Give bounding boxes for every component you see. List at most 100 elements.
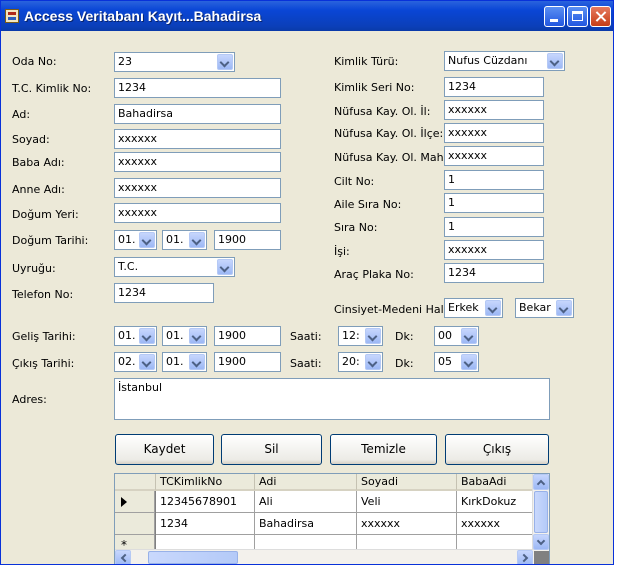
cilt-no-field[interactable]: 1 (444, 170, 544, 190)
gelis-dk-combo[interactable]: 00 (434, 326, 479, 346)
chevron-down-icon[interactable] (217, 54, 233, 70)
medeni-hal-combo[interactable]: Bekar (515, 298, 574, 318)
cilt-no-label: Cilt No: (334, 175, 375, 188)
column-header-soyadi[interactable]: Soyadi (357, 474, 457, 491)
grid-cell[interactable]: 1234 (156, 513, 255, 535)
anne-adi-field[interactable]: xxxxxx (114, 178, 281, 198)
horizontal-scrollbar[interactable] (115, 549, 534, 564)
ad-label: Ad: (12, 108, 31, 121)
chevron-down-icon[interactable] (139, 328, 155, 344)
isi-label: İşi: (334, 245, 350, 258)
cikis-gun-combo[interactable]: 02. (114, 352, 157, 372)
nufusa-kay-ilce-label: Nüfusa Kay. Ol. İlçe: (334, 127, 444, 140)
vertical-scrollbar[interactable] (532, 474, 549, 551)
tc-kimlik-no-field[interactable]: 1234 (114, 78, 281, 98)
uyrugu-combo[interactable]: T.C. (114, 257, 235, 277)
chevron-down-icon[interactable] (139, 232, 155, 248)
cikis-saat-combo[interactable]: 20: (338, 352, 383, 372)
column-header-tckimlikno[interactable]: TCKimlikNo (156, 474, 255, 491)
row-header[interactable] (115, 491, 155, 513)
cikis-yil-field[interactable]: 1900 (214, 352, 281, 372)
cikis-dk-combo[interactable]: 05 (434, 352, 479, 372)
records-grid[interactable]: TCKimlikNo Adi Soyadi BabaAdi 1234567890… (114, 473, 550, 564)
gelis-ay-value: 01. (166, 329, 184, 342)
aile-sira-no-label: Aile Sıra No: (334, 198, 402, 211)
grid-cell[interactable]: Ali (255, 491, 357, 513)
scroll-left-icon[interactable] (115, 550, 131, 564)
close-button[interactable] (590, 6, 611, 27)
grid-cell[interactable]: xxxxxx (357, 513, 457, 535)
cikis-saat-value: 20: (342, 355, 360, 368)
temizle-button[interactable]: Temizle (330, 434, 437, 465)
dogum-gun-combo[interactable]: 01. (114, 230, 157, 250)
chevron-down-icon[interactable] (365, 328, 381, 344)
grid-cell[interactable]: 12345678901 (156, 491, 255, 513)
aile-sira-no-field[interactable]: 1 (444, 193, 544, 213)
dogum-yeri-field[interactable]: xxxxxx (114, 203, 281, 223)
baba-adi-field[interactable]: xxxxxx (114, 152, 281, 172)
chevron-down-icon[interactable] (556, 300, 572, 316)
gelis-ay-combo[interactable]: 01. (162, 326, 207, 346)
chevron-down-icon[interactable] (461, 328, 477, 344)
uyrugu-label: Uyruğu: (12, 262, 56, 275)
chevron-down-icon[interactable] (189, 328, 205, 344)
dogum-ay-value: 01. (166, 233, 184, 246)
oda-no-combo[interactable]: 23 (114, 52, 235, 72)
isi-field[interactable]: xxxxxx (444, 240, 544, 260)
nufusa-kay-il-field[interactable]: xxxxxx (444, 100, 544, 120)
chevron-down-icon[interactable] (547, 53, 563, 69)
cinsiyet-combo[interactable]: Erkek (444, 298, 503, 318)
kimlik-turu-combo[interactable]: Nufus Cüzdanı (444, 51, 565, 71)
cikis-ay-combo[interactable]: 01. (162, 352, 207, 372)
dogum-yil-field[interactable]: 1900 (214, 230, 281, 250)
chevron-down-icon[interactable] (461, 354, 477, 370)
vertical-scroll-thumb[interactable] (534, 491, 548, 533)
kimlik-turu-value: Nufus Cüzdanı (448, 54, 528, 67)
maximize-button[interactable] (567, 6, 588, 27)
horizontal-scroll-thumb[interactable] (148, 551, 238, 564)
gelis-yil-field[interactable]: 1900 (214, 326, 281, 346)
column-header-babaadi[interactable]: BabaAdi (457, 474, 534, 491)
column-header-adi[interactable]: Adi (255, 474, 357, 491)
scroll-down-icon[interactable] (533, 534, 549, 550)
arac-plaka-no-field[interactable]: 1234 (444, 263, 544, 283)
chevron-down-icon[interactable] (189, 354, 205, 370)
kaydet-button[interactable]: Kaydet (115, 434, 214, 465)
dogum-ay-combo[interactable]: 01. (162, 230, 207, 250)
scroll-up-icon[interactable] (533, 474, 549, 490)
scroll-right-icon[interactable] (517, 550, 533, 564)
grid-cell[interactable]: Bahadirsa (255, 513, 357, 535)
chevron-down-icon[interactable] (139, 354, 155, 370)
chevron-down-icon[interactable] (485, 300, 501, 316)
main-window: Access Veritabanı Kayıt...Bahadirsa Oda … (0, 0, 614, 565)
grid-cell[interactable]: xxxxxx (457, 513, 534, 535)
kimlik-seri-no-field[interactable]: 1234 (444, 77, 544, 97)
nufusa-kay-mah-label: Nüfusa Kay. Ol. Mah. (334, 151, 448, 164)
cikis-button[interactable]: Çıkış (445, 434, 549, 465)
telefon-no-label: Telefon No: (12, 288, 74, 301)
grid-cell[interactable]: Veli (357, 491, 457, 513)
chevron-down-icon[interactable] (189, 232, 205, 248)
title-bar[interactable]: Access Veritabanı Kayıt...Bahadirsa (1, 1, 613, 31)
nufusa-kay-mah-field[interactable]: xxxxxx (444, 146, 544, 166)
minimize-button[interactable] (544, 6, 565, 27)
cikis-dk-label: Dk: (395, 357, 414, 370)
telefon-no-field[interactable]: 1234 (114, 283, 214, 303)
chevron-down-icon[interactable] (365, 354, 381, 370)
sira-no-field[interactable]: 1 (444, 217, 544, 237)
chevron-down-icon[interactable] (217, 259, 233, 275)
sil-button[interactable]: Sil (221, 434, 322, 465)
soyad-field[interactable]: xxxxxx (114, 129, 281, 149)
adres-label: Adres: (12, 393, 47, 406)
adres-textarea[interactable]: İstanbul (114, 378, 550, 420)
gelis-saat-value: 12: (342, 329, 360, 342)
row-header[interactable] (115, 513, 155, 535)
cinsiyet-value: Erkek (448, 301, 479, 314)
grid-cell[interactable]: KırkDokuz (457, 491, 534, 513)
ad-field[interactable]: Bahadirsa (114, 104, 281, 124)
gelis-dk-value: 00 (438, 329, 452, 342)
gelis-tarihi-label: Geliş Tarihi: (12, 330, 76, 343)
nufusa-kay-ilce-field[interactable]: xxxxxx (444, 123, 544, 143)
gelis-gun-combo[interactable]: 01. (114, 326, 157, 346)
gelis-saat-combo[interactable]: 12: (338, 326, 383, 346)
